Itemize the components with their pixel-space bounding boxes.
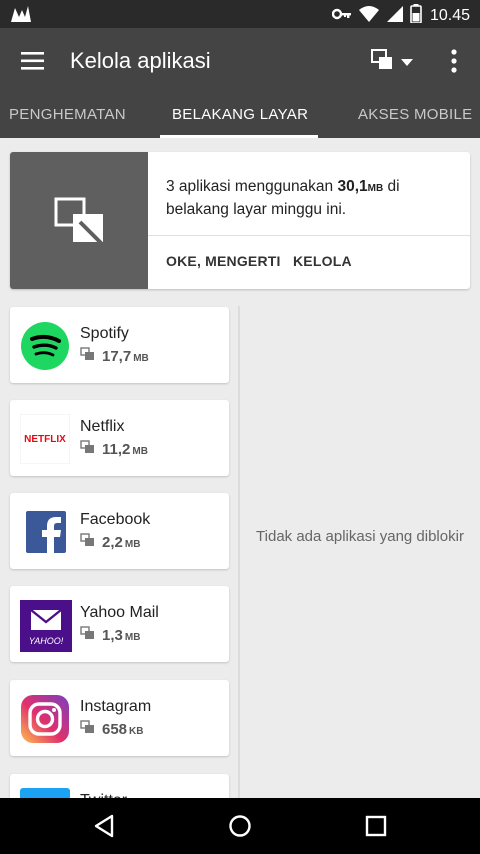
app-name: Facebook	[80, 511, 151, 528]
tab-belakang-layar[interactable]: BELAKANG LAYAR	[172, 96, 308, 138]
app-item-instagram[interactable]: Instagram 658 KB	[10, 680, 229, 756]
menu-icon[interactable]	[20, 50, 46, 72]
usage: 1,3 MB	[80, 626, 140, 645]
app-name: Instagram	[80, 698, 152, 715]
usage-unit: MB	[124, 538, 141, 550]
tab-penghematan[interactable]: PENGHEMATAN	[9, 96, 126, 138]
ok-got-it-button[interactable]: OKE, MENGERTI	[166, 253, 281, 269]
usage: 658 KB	[80, 720, 143, 739]
background-data-icon	[80, 720, 96, 739]
app-name: Netflix	[80, 418, 125, 435]
device-switch-button[interactable]	[370, 48, 414, 77]
wifi-icon	[358, 5, 380, 28]
screens-icon	[370, 48, 396, 77]
datally-logo-icon	[10, 5, 32, 28]
back-icon[interactable]	[92, 814, 118, 843]
usage: 2,2 MB	[80, 533, 140, 552]
no-blocked-apps-message: Tidak ada aplikasi yang diblokir	[256, 528, 464, 545]
navigation-bar	[0, 798, 480, 854]
netflix-icon: NETFLIX	[19, 413, 71, 465]
spotify-icon	[20, 321, 70, 371]
usage-value: 2,2	[102, 534, 123, 551]
app-name: Spotify	[80, 325, 129, 342]
usage-value: 17,7	[102, 348, 132, 365]
yahoo-logo-text: YAHOO!	[29, 636, 64, 646]
usage-unit: MB	[133, 352, 149, 364]
yahoo-mail-icon: YAHOO!	[20, 600, 72, 652]
column-divider	[238, 306, 240, 798]
usage-value: 11,2	[102, 441, 131, 458]
usage-value: 1,3	[102, 627, 123, 644]
message-amount: 30,1	[337, 178, 368, 195]
app-item-spotify[interactable]: Spotify 17,7 MB	[10, 307, 229, 383]
instagram-icon	[20, 694, 70, 744]
tab-indicator	[160, 135, 318, 138]
app-item-facebook[interactable]: Facebook 2,2 MB	[10, 493, 229, 569]
recent-apps-icon[interactable]	[363, 814, 389, 843]
more-options-icon[interactable]	[444, 48, 464, 74]
battery-icon	[410, 4, 422, 28]
message-prefix: 3 aplikasi menggunakan	[166, 178, 338, 195]
background-data-icon	[80, 440, 96, 459]
background-screens-illustration	[10, 152, 148, 289]
background-usage-message: 3 aplikasi menggunakan 30,1MB di belakan…	[166, 176, 456, 220]
message-unit: MB	[367, 183, 384, 194]
dropdown-arrow-icon	[400, 54, 414, 72]
signal-icon	[386, 5, 404, 28]
app-bar: Kelola aplikasi	[0, 28, 480, 96]
home-icon[interactable]	[227, 814, 253, 843]
usage-unit: MB	[124, 631, 141, 643]
clock: 10.45	[429, 7, 470, 24]
page-title: Kelola aplikasi	[70, 48, 211, 73]
background-data-icon	[80, 626, 96, 645]
info-card: 3 aplikasi menggunakan 30,1MB di belakan…	[10, 152, 470, 289]
background-data-icon	[80, 347, 96, 366]
facebook-icon	[20, 507, 70, 557]
netflix-logo-text: NETFLIX	[24, 434, 66, 445]
usage-value: 658	[102, 721, 128, 738]
tab-bar: PENGHEMATAN BELAKANG LAYAR AKSES MOBILE	[0, 96, 480, 138]
usage-unit: MB	[132, 445, 148, 457]
vpn-key-icon	[331, 7, 352, 26]
usage: 17,7 MB	[80, 347, 149, 366]
app-item-netflix[interactable]: NETFLIX Netflix 11,2 MB	[10, 400, 229, 476]
usage: 11,2 MB	[80, 440, 148, 459]
tab-akses-mobile[interactable]: AKSES MOBILE	[358, 96, 472, 138]
app-item-yahoo-mail[interactable]: YAHOO! Yahoo Mail 1,3 MB	[10, 586, 229, 662]
background-data-icon	[80, 533, 96, 552]
usage-unit: KB	[129, 725, 144, 737]
divider	[148, 235, 470, 236]
manage-button[interactable]: KELOLA	[293, 253, 352, 269]
app-name: Yahoo Mail	[80, 604, 159, 621]
status-bar: 10.45	[0, 0, 480, 28]
